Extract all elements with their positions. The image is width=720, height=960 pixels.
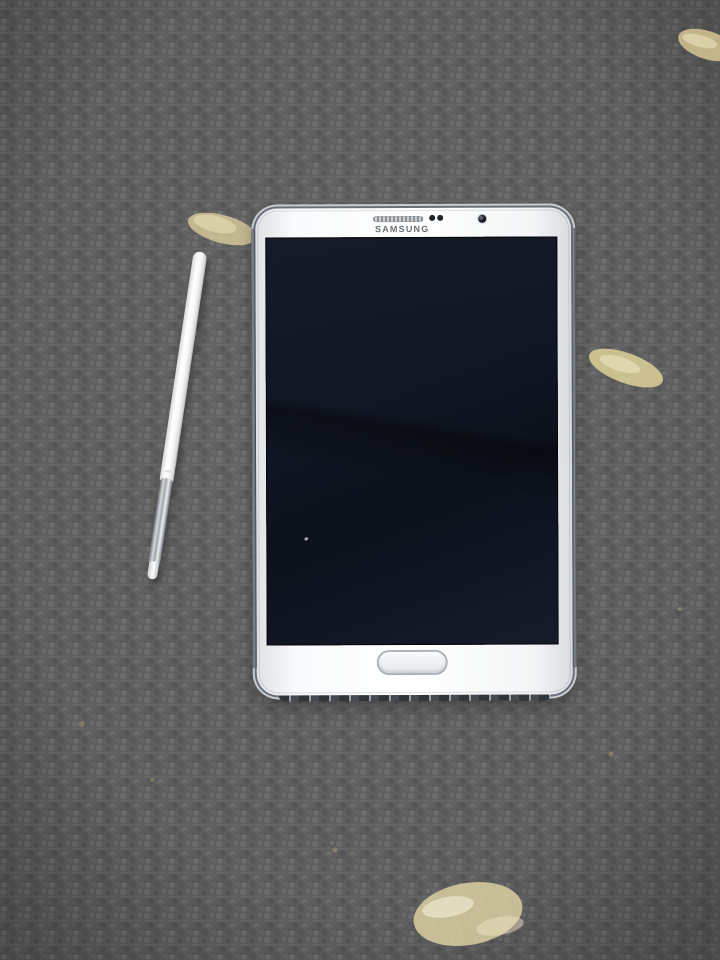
photo-scene: SAMSUNG — [0, 0, 720, 960]
front-sensor-dot — [429, 214, 436, 221]
smartphone: SAMSUNG — [251, 207, 577, 702]
stylus-tip — [146, 560, 160, 580]
earpiece-speaker — [373, 215, 424, 223]
front-camera-icon — [478, 214, 487, 223]
screen-reflection — [303, 536, 309, 542]
phone-brand-logo: SAMSUNG — [375, 223, 430, 235]
phone-home-button — [378, 651, 446, 674]
phone-screen — [265, 236, 559, 646]
phone-left-edge — [251, 228, 257, 669]
front-sensor-dot — [437, 214, 444, 221]
phone-bottom-edge — [278, 694, 551, 702]
